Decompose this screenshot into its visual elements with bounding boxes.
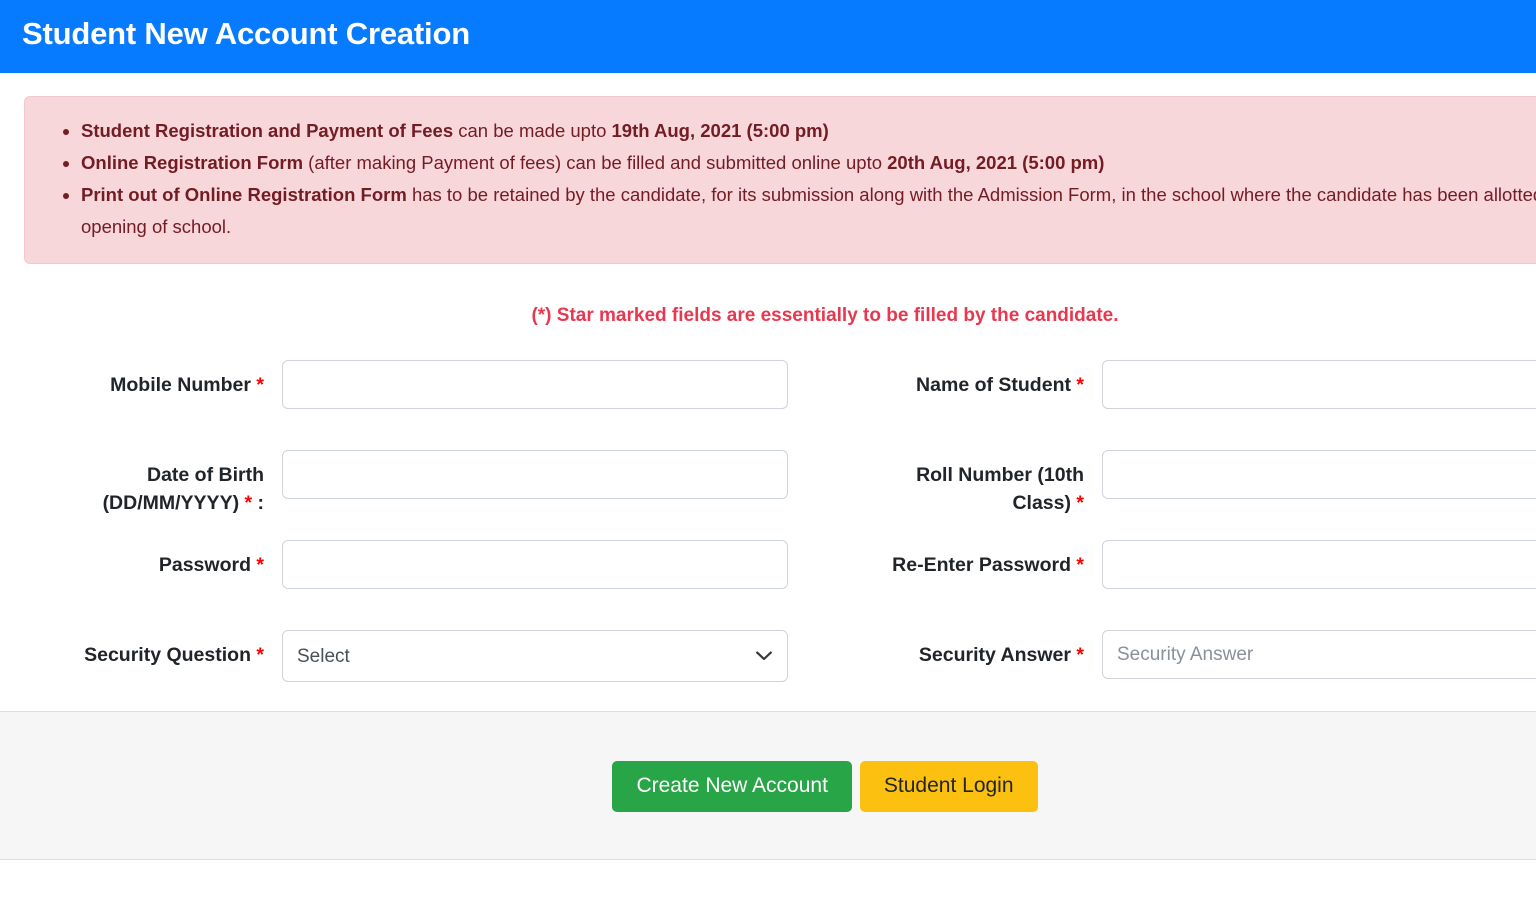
required-star: * <box>256 554 264 576</box>
required-star: * <box>244 492 253 514</box>
field-security-answer: Security Answer * <box>840 630 1536 679</box>
notice-item-2: Online Registration Form (after making P… <box>81 147 1536 179</box>
notice-alert: Student Registration and Payment of Fees… <box>24 96 1536 264</box>
field-password: Password * <box>20 540 788 589</box>
field-name-of-student: Name of Student * <box>840 360 1536 409</box>
control-roll-number <box>1102 450 1536 499</box>
mobile-number-input[interactable] <box>282 360 788 409</box>
label-name-of-student: Name of Student * <box>916 374 1084 396</box>
page-root: Student New Account Creation Student Reg… <box>0 0 1536 905</box>
label-security-question: Security Question * <box>84 644 264 666</box>
notice-item-3: Print out of Online Registration Form ha… <box>81 179 1536 243</box>
required-star: * <box>256 374 264 396</box>
notice-list: Student Registration and Payment of Fees… <box>45 115 1536 243</box>
required-fields-note: (*) Star marked fields are essentially t… <box>531 305 1119 326</box>
page-title: Student New Account Creation <box>22 16 470 51</box>
control-re-enter-password <box>1102 540 1536 589</box>
field-roll-number: Roll Number (10th Class) * <box>840 450 1536 517</box>
label-mobile-number: Mobile Number * <box>110 374 264 396</box>
required-star: * <box>1076 374 1084 396</box>
registration-form: Mobile Number * Name of Student * Date o… <box>0 360 1536 720</box>
notice-item-1-middle: can be made upto <box>453 120 612 141</box>
create-new-account-button[interactable]: Create New Account <box>612 761 852 812</box>
notice-item-1: Student Registration and Payment of Fees… <box>81 115 1536 147</box>
notice-item-3-lead: Print out of Online Registration Form <box>81 184 407 205</box>
label-date-of-birth: Date of Birth (DD/MM/YYYY) * : <box>102 464 264 514</box>
label-password: Password * <box>158 554 264 576</box>
form-footer: Create New Account Student Login <box>0 711 1536 860</box>
notice-item-1-tail: 19th Aug, 2021 (5:00 pm) <box>611 120 829 141</box>
form-row-3: Password * Re-Enter Password * <box>0 540 1536 630</box>
control-date-of-birth <box>282 450 788 499</box>
notice-item-2-tail: 20th Aug, 2021 (5:00 pm) <box>887 152 1105 173</box>
required-star: * <box>1076 492 1084 514</box>
label-re-enter-password: Re-Enter Password * <box>892 554 1084 576</box>
form-row-2: Date of Birth (DD/MM/YYYY) * : Roll Numbe… <box>0 450 1536 540</box>
control-security-question: Select <box>282 630 788 682</box>
student-login-button[interactable]: Student Login <box>859 761 1038 812</box>
required-star: * <box>1076 554 1084 576</box>
security-question-select-wrapper: Select <box>282 630 788 682</box>
page-header: Student New Account Creation <box>0 0 1536 73</box>
field-re-enter-password: Re-Enter Password * <box>840 540 1536 589</box>
field-date-of-birth: Date of Birth (DD/MM/YYYY) * : <box>20 450 788 517</box>
label-roll-number: Roll Number (10th Class) * <box>916 464 1084 514</box>
control-password <box>282 540 788 589</box>
field-mobile-number: Mobile Number * <box>20 360 788 409</box>
control-security-answer <box>1102 630 1536 679</box>
re-enter-password-input[interactable] <box>1102 540 1536 589</box>
notice-item-2-middle: (after making Payment of fees) can be fi… <box>303 152 888 173</box>
notice-item-2-lead: Online Registration Form <box>81 152 304 173</box>
control-name-of-student <box>1102 360 1536 409</box>
label-security-answer: Security Answer * <box>918 644 1084 666</box>
form-row-4: Security Question * Select Security Answ… <box>0 630 1536 720</box>
security-question-select[interactable]: Select <box>282 630 788 682</box>
roll-number-input[interactable] <box>1102 450 1536 499</box>
notice-item-1-lead: Student Registration and Payment of Fees <box>81 120 454 141</box>
form-row-1: Mobile Number * Name of Student * <box>0 360 1536 450</box>
footer-button-row: Create New Account Student Login <box>0 712 1536 861</box>
field-security-question: Security Question * Select <box>20 630 788 682</box>
required-star: * <box>256 644 264 666</box>
password-input[interactable] <box>282 540 788 589</box>
required-star: * <box>1076 644 1084 666</box>
date-of-birth-input[interactable] <box>282 450 788 499</box>
name-of-student-input[interactable] <box>1102 360 1536 409</box>
security-answer-input[interactable] <box>1102 630 1536 679</box>
control-mobile-number <box>282 360 788 409</box>
